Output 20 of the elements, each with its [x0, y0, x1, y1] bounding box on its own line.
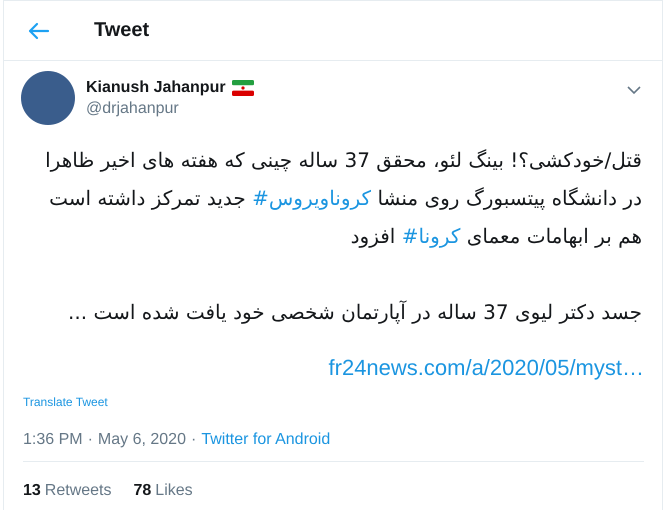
stat-label[interactable]: Retweets	[44, 482, 112, 500]
tweet-text: قتل/خودکشی؟! بینگ لئو، محقق 37 ساله چینی که هفته های اخیر ظاهرا در دانشگاه پیتسبورگ روی منشا #کروناویروس جدید تمرکز داشته است هم بر ابهامات معمای #کرونا افزود	[44, 147, 642, 250]
page-title: Tweet	[94, 19, 150, 42]
stat-count[interactable]: 13	[23, 482, 41, 500]
avatar-photo[interactable]	[21, 71, 75, 125]
translate-link[interactable]: Translate Tweet	[23, 395, 108, 409]
separator-dot: ·	[88, 431, 93, 449]
tweet-time[interactable]: 1:36 PM	[23, 431, 83, 449]
stat-count[interactable]: 78	[134, 482, 152, 500]
author-name[interactable]: Kianush Jahanpur	[86, 78, 226, 96]
separator-dot: ·	[190, 431, 196, 449]
flag-icon	[232, 80, 254, 96]
source-link[interactable]: Twitter for Android	[201, 431, 330, 449]
tweet-date[interactable]: May 6, 2020	[98, 431, 186, 449]
stat-label[interactable]: Likes	[155, 482, 193, 500]
hashtag-link[interactable]: #کرونا	[402, 224, 460, 248]
hashtag-link[interactable]: #کروناویروس	[252, 186, 372, 210]
author-handle[interactable]: @drjahanpur	[86, 100, 624, 118]
article-link[interactable]: fr24news.com/a/2020/05/myst…	[328, 355, 644, 381]
tweet-text: جسد دکتر لیوی 37 ساله در آپارتمان شخصی خود یافت شده است ...	[67, 299, 642, 326]
